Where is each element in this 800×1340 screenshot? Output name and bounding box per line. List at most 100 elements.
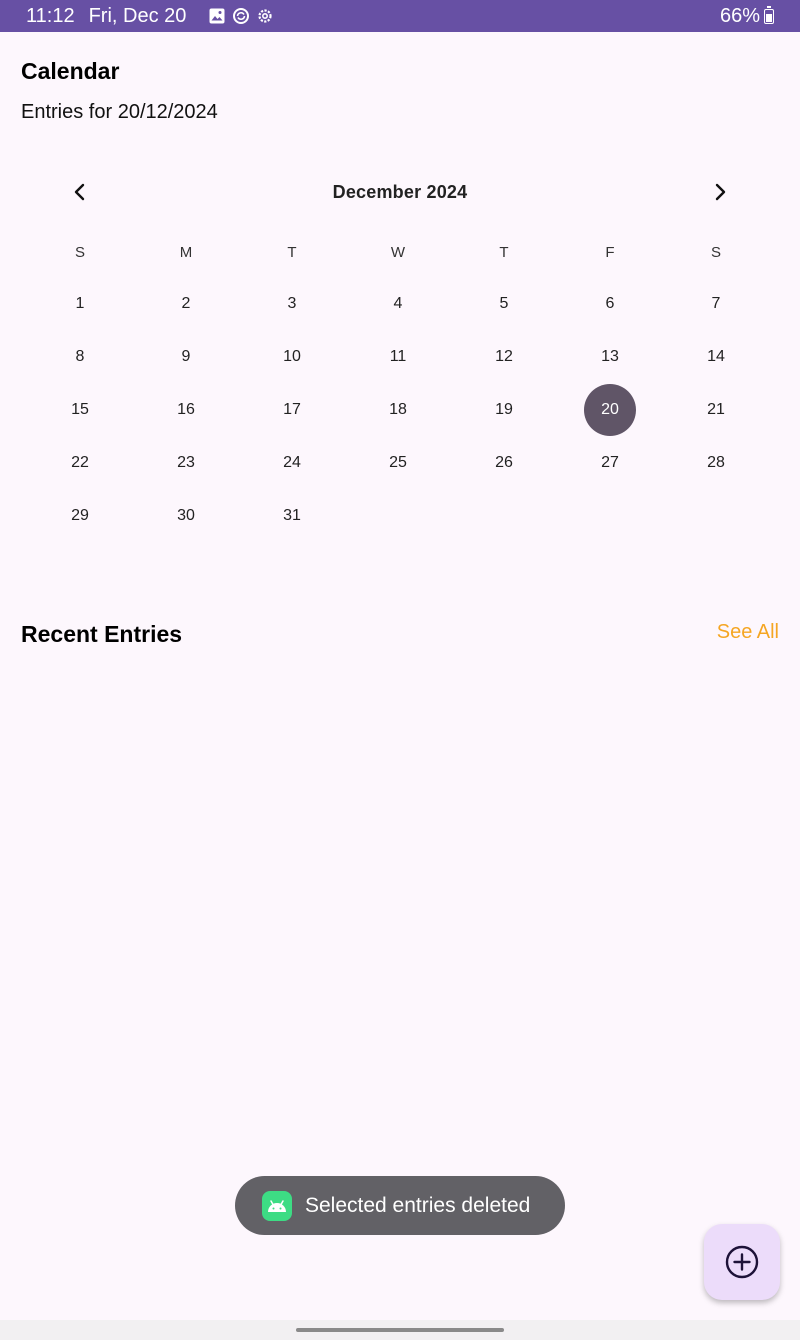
add-circle-icon — [725, 1245, 759, 1279]
recent-entries-title: Recent Entries — [21, 621, 183, 647]
day-number: 21 — [707, 400, 725, 418]
calendar-day[interactable]: 26 — [451, 436, 557, 489]
calendar-day-empty — [345, 489, 451, 542]
status-date: Fri, Dec 20 — [88, 4, 187, 27]
calendar-day[interactable]: 12 — [451, 330, 557, 383]
day-number: 1 — [75, 294, 85, 312]
battery-percent: 66% — [719, 4, 760, 27]
calendar-day[interactable]: 1 — [27, 277, 133, 330]
calendar-day[interactable]: 22 — [27, 436, 133, 489]
toast-notification: Selected entries deleted — [235, 1176, 565, 1235]
day-number: 9 — [181, 347, 191, 365]
calendar-day[interactable]: 3 — [239, 277, 345, 330]
calendar-day[interactable]: 16 — [133, 383, 239, 436]
day-number: 18 — [389, 400, 407, 418]
day-number: 5 — [499, 294, 509, 312]
day-number: 13 — [601, 347, 619, 365]
day-number — [584, 490, 636, 542]
calendar-day[interactable]: 19 — [451, 383, 557, 436]
day-number: 26 — [495, 453, 513, 471]
add-entry-button[interactable] — [704, 1224, 780, 1300]
calendar-week-row: 22 23 24 25 26 27 28 — [27, 436, 769, 489]
calendar-day[interactable]: 17 — [239, 383, 345, 436]
day-number: 24 — [283, 453, 301, 471]
day-number: 30 — [177, 506, 195, 524]
status-right: 66% — [720, 5, 774, 28]
weekday-label: M — [179, 244, 193, 261]
weekday-label: S — [74, 244, 85, 261]
calendar-day[interactable]: 4 — [345, 277, 451, 330]
weekday-header-row: S M T W T F S — [27, 243, 769, 263]
calendar-day[interactable]: 31 — [239, 489, 345, 542]
day-number: 14 — [707, 347, 725, 365]
day-number: 12 — [495, 347, 513, 365]
day-number: 17 — [283, 400, 301, 418]
calendar-day[interactable]: 18 — [345, 383, 451, 436]
settings-icon — [258, 9, 272, 23]
day-number: 23 — [177, 453, 195, 471]
see-all-link[interactable]: See All — [717, 621, 779, 644]
calendar-day-empty — [451, 489, 557, 542]
next-month-button[interactable] — [700, 172, 740, 212]
day-number: 6 — [605, 294, 615, 312]
weekday-label: F — [605, 244, 615, 261]
battery-icon — [764, 5, 774, 24]
calendar-week-row: 1 2 3 4 5 6 7 — [27, 277, 769, 330]
status-bar: 11:12 Fri, Dec 20 66% — [0, 0, 800, 32]
calendar-day[interactable]: 25 — [345, 436, 451, 489]
android-app-icon — [262, 1190, 292, 1221]
day-number: 11 — [389, 347, 407, 365]
calendar-day[interactable]: 13 — [557, 330, 663, 383]
calendar-day[interactable]: 9 — [133, 330, 239, 383]
calendar-day[interactable]: 24 — [239, 436, 345, 489]
calendar-day[interactable]: 2 — [133, 277, 239, 330]
day-number: 3 — [287, 294, 297, 312]
calendar-day[interactable]: 27 — [557, 436, 663, 489]
day-number: 10 — [283, 347, 301, 365]
calendar-day[interactable]: 10 — [239, 330, 345, 383]
weekday-label: W — [390, 244, 406, 261]
day-number: 28 — [707, 453, 725, 471]
navigation-bar — [0, 1320, 800, 1340]
calendar-day[interactable]: 5 — [451, 277, 557, 330]
day-number — [478, 490, 530, 542]
status-time: 11:12 — [26, 4, 75, 27]
gesture-handle[interactable] — [296, 1328, 504, 1332]
calendar-day-selected[interactable]: 20 — [557, 383, 663, 436]
calendar-header: December 2024 — [60, 172, 740, 212]
day-number — [690, 490, 742, 542]
day-number: 7 — [711, 294, 721, 312]
calendar-day[interactable]: 23 — [133, 436, 239, 489]
weekday-label: T — [287, 244, 297, 261]
chevron-right-icon — [715, 183, 726, 201]
calendar-day[interactable]: 8 — [27, 330, 133, 383]
status-left: 11:12 Fri, Dec 20 — [26, 5, 274, 28]
day-number: 19 — [495, 400, 513, 418]
day-number: 2 — [181, 294, 191, 312]
page-title: Calendar — [21, 58, 120, 84]
weekday-label: T — [499, 244, 509, 261]
calendar-day[interactable]: 15 — [27, 383, 133, 436]
calendar-week-row: 29 30 31 — [27, 489, 769, 542]
calendar-day[interactable]: 11 — [345, 330, 451, 383]
sync-icon — [233, 8, 250, 24]
image-icon — [209, 8, 225, 24]
month-label: December 2024 — [332, 182, 468, 202]
calendar-day[interactable]: 7 — [663, 277, 769, 330]
selected-day-number: 20 — [584, 383, 636, 436]
calendar-day[interactable]: 30 — [133, 489, 239, 542]
day-number — [372, 490, 424, 542]
calendar-day[interactable]: 21 — [663, 383, 769, 436]
day-number: 25 — [389, 453, 407, 471]
day-number: 16 — [177, 400, 195, 418]
calendar-day[interactable]: 28 — [663, 436, 769, 489]
day-number: 29 — [71, 506, 89, 524]
day-number: 15 — [71, 400, 89, 418]
calendar-day[interactable]: 6 — [557, 277, 663, 330]
entries-date-label: Entries for 20/12/2024 — [21, 101, 218, 123]
day-number: 31 — [283, 506, 301, 524]
weekday-label: S — [710, 244, 721, 261]
day-number: 8 — [75, 347, 85, 365]
calendar-day[interactable]: 29 — [27, 489, 133, 542]
calendar-day[interactable]: 14 — [663, 330, 769, 383]
